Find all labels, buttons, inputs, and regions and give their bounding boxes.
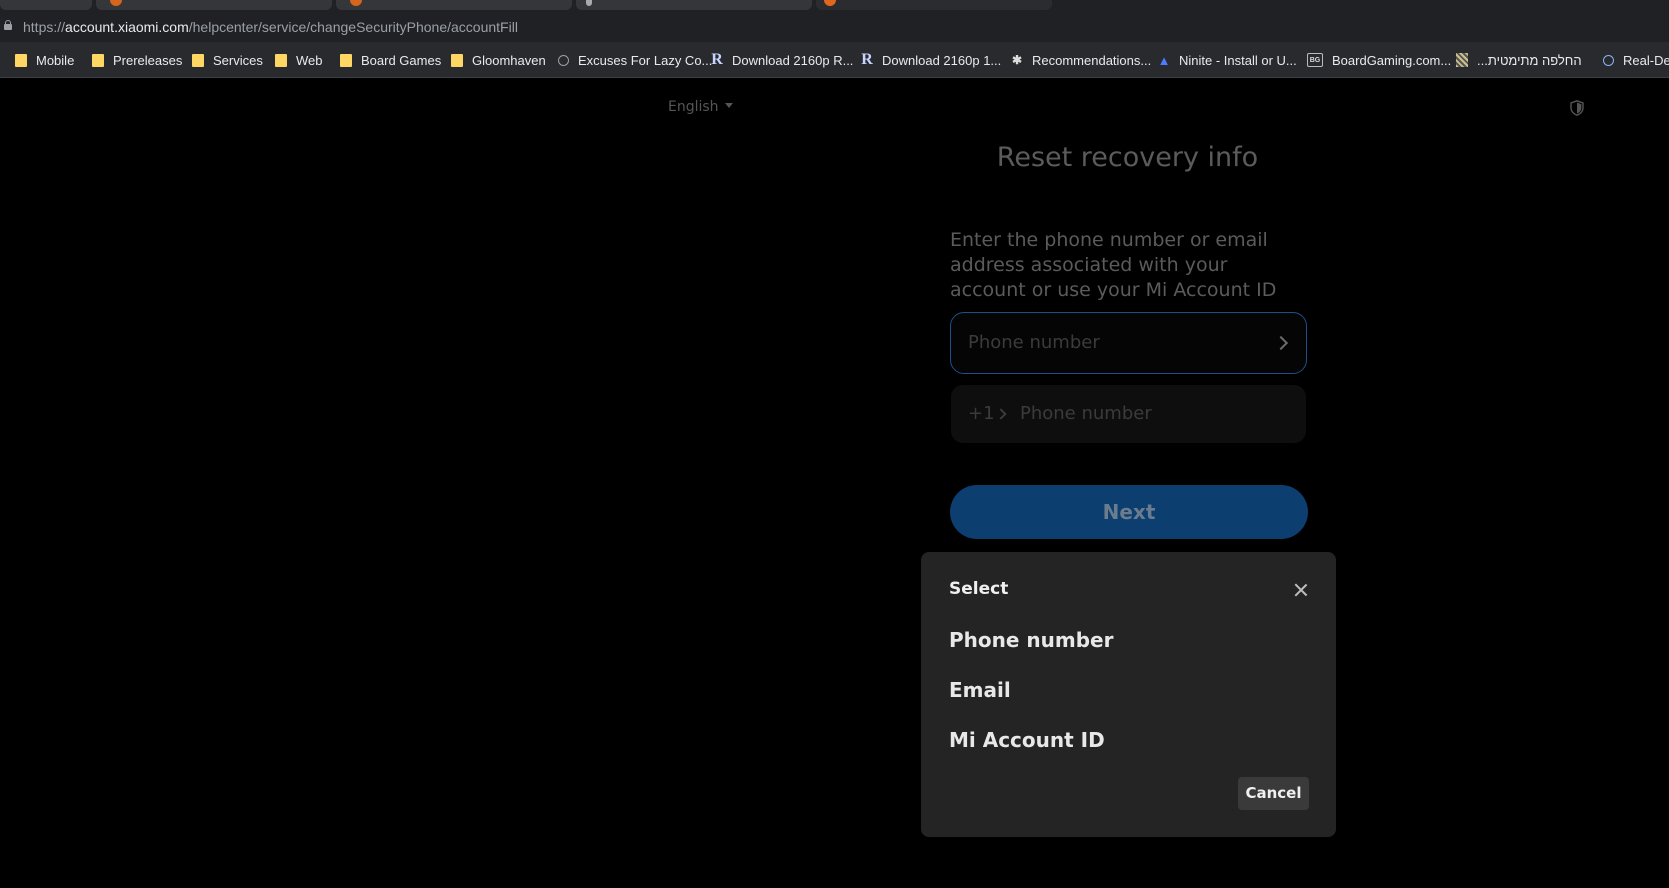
bookmark-item[interactable]: BG BoardGaming.com... [1307,50,1451,70]
option-mi-account-id[interactable]: Mi Account ID [949,728,1105,752]
tab-favicon-icon [824,0,836,6]
caret-down-icon [724,102,733,108]
r-logo-icon: R [711,51,723,68]
tab-strip [0,0,1669,12]
url-text[interactable]: https://account.xiaomi.com/helpcenter/se… [23,19,518,35]
country-code-selector[interactable]: +1 [968,403,995,424]
account-input-placeholder: Phone number [968,332,1100,353]
bookmark-item[interactable]: Board Games [340,50,441,70]
globe-icon [558,54,569,66]
bookmark-item[interactable]: Web [275,50,323,70]
select-dialog: Select Phone number Email Mi Account ID … [921,552,1336,837]
folder-icon [92,53,104,67]
ring-icon [1603,54,1614,66]
url-scheme: https:// [23,19,66,35]
bookmark-label: Gloomhaven [472,52,546,68]
tab-favicon-icon [110,0,122,6]
tab-favicon-icon [350,0,362,6]
bookmark-label: Board Games [361,52,442,68]
option-email[interactable]: Email [949,678,1011,702]
dialog-title: Select [949,579,1009,599]
spider-icon: ✱ [1011,53,1023,67]
bookmark-label: Services [213,52,263,68]
bookmark-label: Prereleases [113,52,183,68]
lock-icon[interactable] [4,20,12,30]
browser-tab[interactable] [576,0,812,10]
tab-favicon-icon [586,0,592,6]
bookmark-item[interactable]: ▲ Ninite - Install or U... [1158,50,1297,70]
folder-icon [192,53,204,67]
bookmark-item[interactable]: R Download 2160p R... [711,50,853,70]
next-button[interactable]: Next [950,485,1308,539]
bookmark-label: ...החלפה מתימטית [1477,52,1582,68]
cancel-button[interactable]: Cancel [1238,777,1309,810]
bookmark-item[interactable]: Gloomhaven [451,50,546,70]
bookmark-item[interactable]: Mobile [15,50,74,70]
ninite-icon: ▲ [1157,52,1171,68]
bookmarks-bar: Mobile Prereleases Services Web Board Ga… [0,42,1669,78]
language-selector[interactable]: English [668,99,733,115]
bookmark-label: Mobile [36,52,75,68]
r-logo-icon: R [861,51,873,68]
address-bar[interactable]: https://account.xiaomi.com/helpcenter/se… [0,12,1669,42]
close-icon[interactable] [1293,582,1309,598]
browser-tab[interactable] [336,0,572,10]
page-title: Reset recovery info [996,142,1259,173]
browser-tab[interactable] [0,0,92,10]
page-description: Enter the phone number or email address … [950,229,1277,301]
folder-icon [340,53,352,67]
bookmark-item[interactable]: Services [192,50,263,70]
bookmark-item[interactable]: ...החלפה מתימטית [1456,50,1582,70]
bookmark-label: Download 2160p 1... [882,52,1002,68]
bookmark-item[interactable]: Prereleases [92,50,182,70]
bookmark-label: Web [296,52,323,68]
bookmark-label: Real-De [1623,52,1669,68]
browser-tab[interactable] [96,0,332,10]
chevron-right-icon[interactable] [1273,335,1289,351]
account-input[interactable]: Phone number [950,312,1307,374]
chevron-right-icon[interactable] [995,408,1007,420]
bg-icon: BG [1307,53,1323,67]
shield-icon[interactable] [1570,100,1584,116]
url-path: /helpcenter/service/changeSecurityPhone/… [188,19,518,35]
folder-icon [15,53,27,67]
phone-input[interactable]: +1 Phone number [951,385,1306,443]
bookmark-item[interactable]: Real-De [1603,50,1669,70]
pixel-icon [1456,53,1468,67]
bookmark-label: Recommendations... [1032,52,1152,68]
bookmark-label: Excuses For Lazy Co... [578,52,713,68]
language-label: English [668,99,719,115]
option-phone-number[interactable]: Phone number [949,628,1113,652]
bookmark-label: BoardGaming.com... [1332,52,1452,68]
browser-tab-active[interactable] [816,0,1052,10]
bookmark-label: Download 2160p R... [732,52,854,68]
bookmark-item[interactable]: Excuses For Lazy Co... [558,50,712,70]
bookmark-item[interactable]: ✱ Recommendations... [1011,50,1151,70]
phone-input-placeholder: Phone number [1020,403,1152,424]
bookmark-label: Ninite - Install or U... [1179,52,1297,68]
folder-icon [275,53,287,67]
bookmark-item[interactable]: R Download 2160p 1... [861,50,1001,70]
folder-icon [451,53,463,67]
url-host: account.xiaomi.com [65,19,189,35]
